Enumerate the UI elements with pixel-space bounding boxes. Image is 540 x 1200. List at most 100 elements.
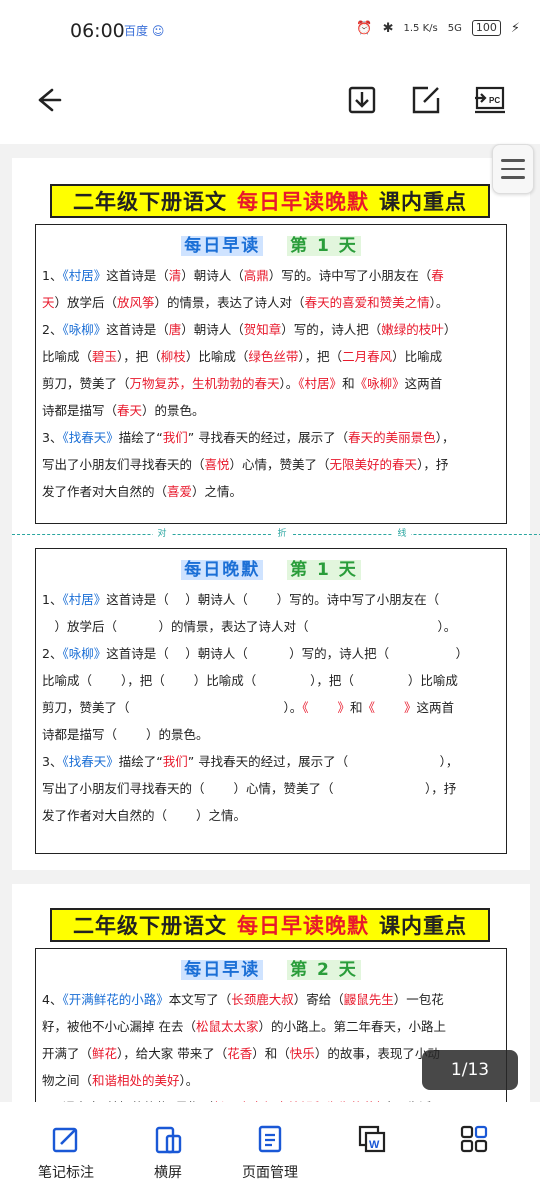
text-segment: ）之情。	[192, 484, 243, 499]
text-segment: 春	[431, 268, 444, 283]
text-line: 发了作者对大自然的（喜爱）之情。	[36, 478, 506, 505]
text-segment: 《咏柳》	[62, 646, 107, 661]
page-manage-button[interactable]: 页面管理	[220, 1124, 320, 1182]
page-manage-icon	[258, 1125, 282, 1153]
text-segment: 和谐相处的美好	[92, 1073, 180, 1088]
heading-day: 第 2 天	[287, 960, 361, 980]
text-segment: 描绘了“	[118, 430, 163, 445]
status-time: 06:00	[70, 20, 125, 42]
word-convert-button[interactable]: W	[322, 1124, 422, 1154]
text-segment: 物之间（	[42, 1073, 93, 1088]
button-label: 页面管理	[242, 1165, 298, 1181]
text-line: 写出了小朋友们寻找春天的（ ）心情，赞美了（ ），抒	[36, 775, 506, 802]
text-segment: 这首诗是（	[106, 268, 169, 283]
text-segment: 我们	[162, 430, 188, 445]
back-button[interactable]	[28, 80, 68, 120]
text-line: 剪刀，赞美了（万物复苏，生机勃勃的春天）。《村居》和《咏柳》这两首	[36, 370, 506, 397]
arrow-left-icon	[38, 88, 62, 112]
note-edit-icon	[52, 1127, 78, 1153]
heading-day: 第 1 天	[287, 236, 361, 256]
text-line: 2、《咏柳》这首诗是（唐）朝诗人（贺知章）写的，诗人把（嫩绿的枝叶）	[36, 316, 506, 343]
text-segment: ）	[443, 322, 457, 337]
text-segment: 发了作者对大自然的（ ）之情。	[42, 808, 246, 823]
apps-grid-icon	[460, 1125, 488, 1153]
text-segment: 3、	[42, 430, 63, 445]
text-line: 比喻成（ ），把（ ）比喻成（ ），把（ ）比喻成	[36, 667, 506, 694]
button-label: 横屏	[154, 1165, 182, 1181]
box-content: 1、《村居》这首诗是（清）朝诗人（高鼎）写的。诗中写了小朋友在（春 天）放学后（放…	[36, 262, 506, 505]
text-segment: ）。	[179, 1073, 199, 1088]
text-segment: ” 寻找春天的经过，展示了（ ），	[187, 754, 459, 769]
rotate-landscape-icon	[155, 1126, 182, 1154]
text-line: 写出了小朋友们寻找春天的（喜悦）心情，赞美了（无限美好的春天），抒	[36, 451, 506, 478]
download-icon	[348, 86, 376, 114]
text-segment: 无限美好的春天	[329, 457, 418, 472]
download-button[interactable]	[342, 80, 382, 120]
heading-label: 每日早读	[181, 236, 264, 256]
text-segment: 和	[349, 700, 363, 715]
page-title: 二年级下册语文 每日早读晚默 课内重点	[50, 908, 490, 942]
status-bar: 06:00 百度 ☺ ⏰ ✱ 1.5 K/s 5G 100 ⚡	[0, 0, 540, 64]
send-to-pc-icon: PC	[475, 86, 505, 114]
text-line: 诗都是描写（春天）的景色。	[36, 397, 506, 424]
text-segment: 《 》	[362, 700, 417, 715]
text-segment: ）放学后（ ）的情景，表达了诗人对（ ）。	[42, 619, 457, 634]
heading-label: 每日晚默	[181, 560, 264, 580]
text-segment: 柳枝	[160, 349, 186, 364]
text-segment: 和	[342, 376, 355, 391]
text-segment: 碧玉	[92, 349, 118, 364]
text-line: 诗都是描写（ ）的景色。	[36, 721, 506, 748]
alarm-icon: ⏰	[356, 20, 373, 36]
apps-button[interactable]	[424, 1124, 524, 1154]
text-segment: ）比喻成（	[185, 349, 249, 364]
edit-button[interactable]	[406, 80, 446, 120]
text-segment: ）心情，赞美了（	[229, 457, 330, 472]
text-segment: ）一包花	[393, 992, 444, 1007]
text-segment: ）写的。诗中写了小朋友在（	[268, 268, 432, 283]
send-to-pc-button[interactable]: PC	[470, 80, 510, 120]
text-segment: 开满了（	[42, 1046, 93, 1061]
text-segment: 《村居》	[298, 376, 343, 391]
title-highlight: 每日早读晚默	[237, 914, 369, 938]
note-annotate-button[interactable]: 笔记标注	[16, 1124, 116, 1182]
charging-icon: ⚡	[510, 20, 520, 36]
text-segment: 长颈鹿大叔	[231, 992, 294, 1007]
title-part: 课内重点	[379, 190, 467, 214]
text-segment: ）和（	[252, 1046, 290, 1061]
text-segment: 剪刀，赞美了（ ）。	[42, 700, 303, 715]
status-app-icons: 百度 ☺	[124, 24, 165, 38]
text-segment: 描绘了“	[118, 754, 163, 769]
text-segment: ），把（	[117, 349, 161, 364]
svg-text:PC: PC	[489, 96, 500, 105]
text-segment: 写出了小朋友们寻找春天的（ ）心情，赞美了（ ），抒	[42, 781, 457, 796]
text-segment: 比喻成（	[42, 349, 93, 364]
morning-read-box: 每日早读 第 1 天 1、《村居》这首诗是（清）朝诗人（高鼎）写的。诗中写了小朋…	[35, 224, 507, 524]
text-segment: 这两首	[404, 376, 443, 391]
evening-write-box: 每日晚默 第 1 天 1、《村居》这首诗是（ ）朝诗人（ ）写的。诗中写了小朋友…	[35, 548, 507, 854]
text-segment: ），	[435, 430, 455, 445]
text-segment: 《开满鲜花的小路》	[62, 992, 169, 1007]
text-line: 4、《开满鲜花的小路》本文写了（长颈鹿大叔）寄给（鼹鼠先生）一包花	[36, 986, 506, 1013]
text-segment: ）寄给（	[293, 992, 344, 1007]
page-title: 二年级下册语文 每日早读晚默 课内重点	[50, 184, 490, 218]
text-segment: 快乐	[289, 1046, 315, 1061]
text-segment: ），抒	[417, 457, 449, 472]
text-segment: 春天的美丽景色	[348, 430, 436, 445]
document-page: 二年级下册语文 每日早读晚默 课内重点 每日早读 第 1 天 1、《村居》这首诗…	[12, 158, 540, 870]
menu-handle[interactable]	[492, 144, 534, 194]
text-line: 比喻成（碧玉），把（柳枝）比喻成（绿色丝带），把（二月春风）比喻成	[36, 343, 506, 370]
battery-level: 100	[471, 20, 501, 36]
text-line: 5、课文中“美好的礼物”是指（长颈鹿大叔寄给鼹鼠先生的花籽）。生活	[36, 1094, 506, 1102]
heading-label: 每日早读	[181, 960, 264, 980]
document-viewer[interactable]: 二年级下册语文 每日早读晚默 课内重点 每日早读 第 1 天 1、《村居》这首诗…	[0, 144, 540, 1102]
text-segment: 春天	[117, 403, 143, 418]
text-segment: 天	[42, 295, 55, 310]
text-segment: ）朝诗人（	[181, 322, 244, 337]
landscape-button[interactable]: 横屏	[118, 1124, 218, 1182]
text-line: 3、《找春天》描绘了“我们” 寻找春天的经过，展示了（春天的美丽景色），	[36, 424, 506, 451]
heading-day: 第 1 天	[287, 560, 361, 580]
text-line: 剪刀，赞美了（ ）。《 》和《 》这两首	[36, 694, 506, 721]
text-segment: 诗都是描写（	[42, 403, 118, 418]
network-speed: 1.5 K/s	[403, 22, 438, 34]
top-toolbar: PC	[0, 64, 540, 144]
